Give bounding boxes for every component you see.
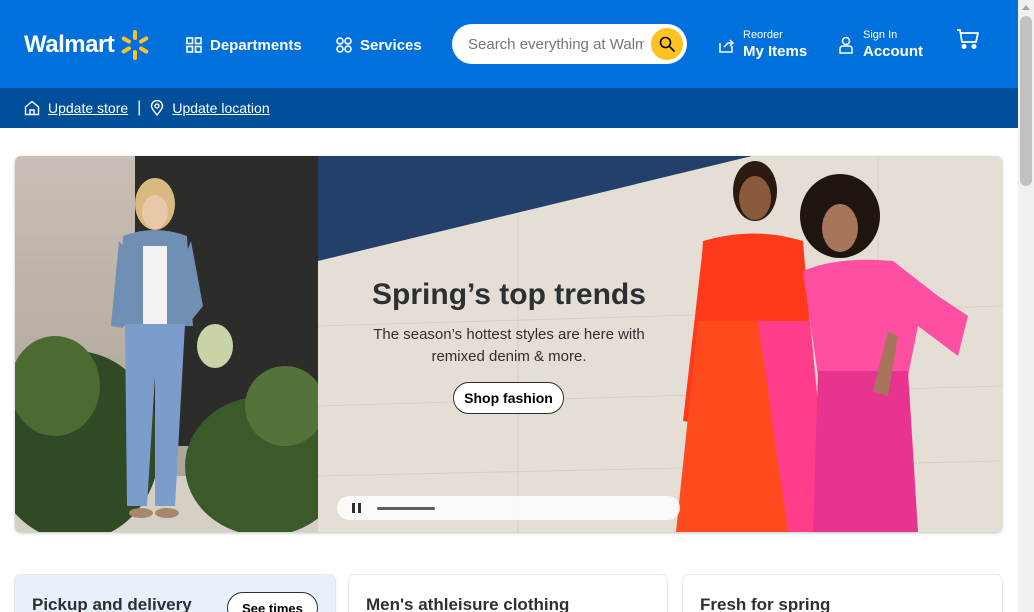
departments-label: Departments [210, 36, 302, 54]
walmart-logo[interactable]: Walmart [24, 28, 151, 62]
reorder-icon [719, 38, 734, 53]
card-title: Fresh for spring [700, 595, 831, 612]
walmart-spark-icon [122, 30, 149, 60]
logo-text: Walmart [24, 31, 115, 58]
search-input[interactable] [468, 35, 644, 53]
sign-in-account[interactable]: Sign In Account [838, 28, 923, 61]
shop-fashion-button[interactable]: Shop fashion [453, 382, 564, 414]
update-store-label: Update store [48, 100, 129, 116]
update-location-link[interactable]: Update location [150, 100, 270, 116]
hero-title: Spring’s top trends [372, 278, 646, 311]
cart-button[interactable] [956, 28, 980, 55]
store-icon [24, 100, 40, 116]
services-label: Services [360, 36, 422, 54]
cart-icon [957, 29, 979, 49]
page-scrollbar[interactable] [1018, 0, 1034, 612]
separator: | [137, 99, 142, 116]
card-title: Pickup and delivery [32, 595, 192, 612]
pickup-delivery-card[interactable]: Pickup and delivery See times [15, 575, 335, 612]
scroll-thumb[interactable] [1020, 16, 1032, 186]
hero-banner[interactable]: Spring’s top trends The season’s hottest… [15, 156, 1002, 532]
card-title: Men's athleisure clothing [366, 595, 570, 612]
see-times-button[interactable]: See times [227, 592, 318, 612]
scroll-up-arrow-icon[interactable] [1022, 5, 1030, 10]
top-header: Walmart Departments Services Search ever… [0, 0, 1018, 88]
hero-subtitle: The season’s hottest styles are here wit… [373, 326, 645, 365]
hero-image-denim-model [15, 156, 318, 532]
carousel-controls [337, 496, 680, 520]
sign-in-label: Sign In [863, 29, 898, 41]
update-store-link[interactable]: Update store [24, 100, 128, 116]
services-button[interactable]: Services [336, 32, 422, 58]
store-location-bar: Update store | Update location [0, 88, 1018, 128]
mens-athleisure-card[interactable]: Men's athleisure clothing [349, 575, 667, 612]
reorder-label: Reorder [743, 29, 783, 41]
search-icon [659, 36, 675, 52]
services-icon [336, 37, 352, 53]
search-bar [452, 24, 687, 64]
account-label: Account [863, 43, 923, 60]
search-button[interactable] [651, 28, 683, 60]
departments-button[interactable]: Departments [186, 32, 302, 58]
update-location-label: Update location [172, 100, 270, 116]
location-pin-icon [151, 100, 164, 116]
fresh-for-spring-card[interactable]: Fresh for spring [683, 575, 1002, 612]
my-items-label: My Items [743, 43, 808, 60]
pause-icon[interactable] [352, 503, 361, 513]
grid-icon [186, 37, 202, 53]
user-icon [839, 36, 853, 54]
carousel-progress [377, 507, 435, 510]
reorder-my-items[interactable]: Reorder My Items [718, 28, 807, 61]
